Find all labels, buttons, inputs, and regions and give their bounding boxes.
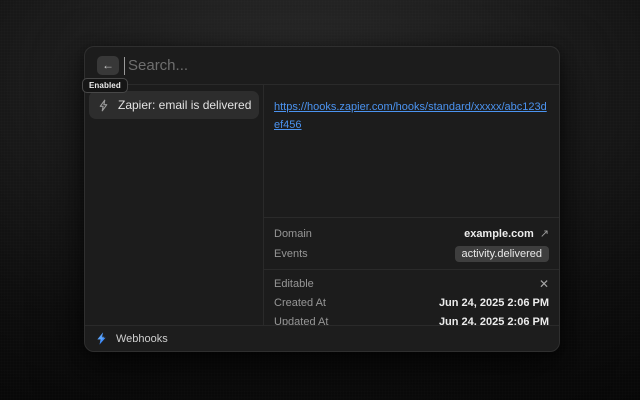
webhooks-extension-icon — [95, 332, 108, 345]
external-link-icon: ↗ — [540, 227, 549, 240]
content-area: Zapier: email is delivered https://hooks… — [85, 85, 559, 325]
webhook-list: Zapier: email is delivered — [85, 85, 264, 325]
metadata-row-editable: Editable ✕ — [274, 274, 549, 293]
metadata-row-created: Created At Jun 24, 2025 2:06 PM — [274, 293, 549, 312]
extension-name-label: Webhooks — [116, 333, 168, 345]
back-button[interactable]: ← — [97, 56, 119, 75]
metadata-section: Domain example.com ↗ Events activity.del… — [264, 218, 559, 331]
text-cursor — [124, 57, 125, 75]
status-bar: Webhooks — [85, 325, 559, 351]
list-item-webhook[interactable]: Zapier: email is delivered — [89, 91, 259, 119]
domain-label: Domain — [274, 228, 312, 240]
webhook-url-section: https://hooks.zapier.com/hooks/standard/… — [264, 85, 559, 218]
cross-icon: ✕ — [539, 277, 549, 291]
detail-panel: https://hooks.zapier.com/hooks/standard/… — [264, 85, 559, 325]
metadata-row-events: Events activity.delivered — [274, 243, 549, 265]
desktop-background: { "header": { "back_icon": "←", "search_… — [0, 0, 640, 400]
search-header: ← Enabled — [85, 47, 559, 85]
webhook-url-link[interactable]: https://hooks.zapier.com/hooks/standard/… — [274, 101, 547, 131]
section-badge-enabled: Enabled — [82, 78, 128, 93]
domain-value: example.com — [464, 228, 534, 240]
command-palette-window: ← Enabled Zapier: email is delivered htt… — [84, 46, 560, 352]
search-input[interactable] — [128, 57, 547, 74]
event-tag: activity.delivered — [455, 246, 550, 262]
domain-value-link[interactable]: example.com ↗ — [464, 227, 549, 240]
list-item-label: Zapier: email is delivered — [118, 98, 251, 112]
editable-label: Editable — [274, 278, 314, 290]
created-at-label: Created At — [274, 297, 326, 309]
bolt-icon — [97, 99, 110, 112]
created-at-value: Jun 24, 2025 2:06 PM — [439, 297, 549, 309]
metadata-divider — [264, 269, 559, 270]
events-label: Events — [274, 248, 308, 260]
metadata-row-domain: Domain example.com ↗ — [274, 224, 549, 243]
